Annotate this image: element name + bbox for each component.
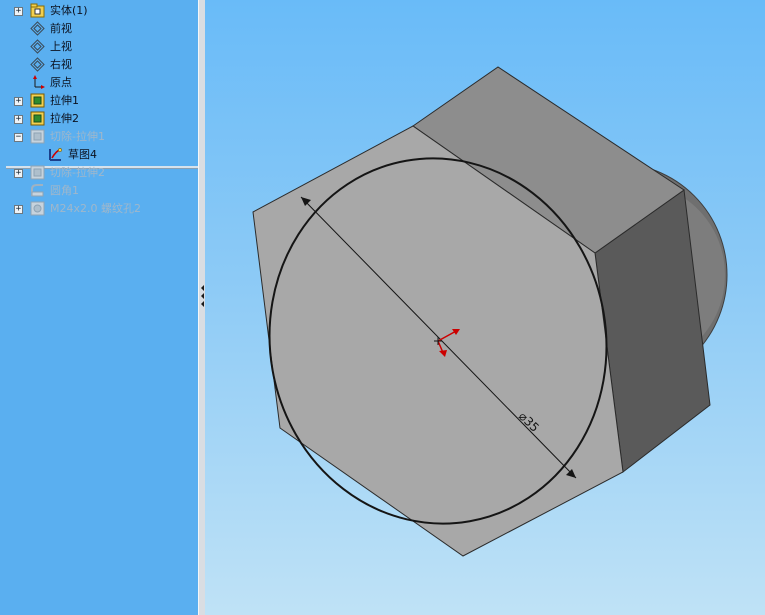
- collapse-toggle[interactable]: −: [14, 133, 23, 142]
- tree-item-thread-hole2[interactable]: + M24x2.0 螺纹孔2: [0, 200, 198, 218]
- expand-toggle[interactable]: +: [14, 115, 23, 124]
- tree-item-solid-bodies[interactable]: + 实体(1): [0, 2, 198, 20]
- extrude-icon: [30, 93, 45, 108]
- expand-toggle[interactable]: +: [14, 7, 23, 16]
- expand-toggle[interactable]: +: [14, 97, 23, 106]
- tree-item-cut-extrude2[interactable]: + 切除-拉伸2: [0, 164, 198, 182]
- tree-item-label: 切除-拉伸2: [50, 166, 105, 179]
- tree-item-extrude1[interactable]: + 拉伸1: [0, 92, 198, 110]
- model-view: ⌀35: [252, 66, 728, 557]
- plane-icon: [30, 21, 45, 36]
- tree-item-label: 前视: [50, 22, 72, 35]
- tree-item-extrude2[interactable]: + 拉伸2: [0, 110, 198, 128]
- tree-item-sketch4[interactable]: 草图4: [0, 146, 198, 164]
- tree-item-label: M24x2.0 螺纹孔2: [50, 202, 141, 215]
- cut-extrude-icon: [30, 129, 45, 144]
- sketch-icon: [48, 147, 63, 162]
- tree-item-right-plane[interactable]: 右视: [0, 56, 198, 74]
- extrude-icon: [30, 111, 45, 126]
- thread-hole-icon: [30, 201, 45, 216]
- tree-item-label: 实体(1): [50, 4, 88, 17]
- feature-manager-tree: + 实体(1) 前视 上视 右视 原点 + 拉伸1 + 拉伸2 − 切除-拉伸1…: [0, 0, 199, 615]
- plane-icon: [30, 39, 45, 54]
- tree-item-front-plane[interactable]: 前视: [0, 20, 198, 38]
- solid-body-folder-icon: [30, 3, 45, 18]
- tree-item-top-plane[interactable]: 上视: [0, 38, 198, 56]
- expand-toggle[interactable]: +: [14, 205, 23, 214]
- tree-item-fillet1[interactable]: 圆角1: [0, 182, 198, 200]
- tree-item-label: 切除-拉伸1: [50, 130, 105, 143]
- origin-icon: [30, 75, 45, 90]
- tree-item-origin[interactable]: 原点: [0, 74, 198, 92]
- tree-item-label: 圆角1: [50, 184, 79, 197]
- tree-item-label: 草图4: [68, 148, 97, 161]
- plane-icon: [30, 57, 45, 72]
- tree-item-cut-extrude1[interactable]: − 切除-拉伸1: [0, 128, 198, 146]
- fillet-icon: [30, 183, 45, 198]
- tree-item-label: 拉伸1: [50, 94, 79, 107]
- tree-item-label: 上视: [50, 40, 72, 53]
- tree-item-label: 拉伸2: [50, 112, 79, 125]
- cut-extrude-icon: [30, 165, 45, 180]
- tree-item-label: 原点: [50, 76, 72, 89]
- graphics-area[interactable]: ⌀35: [205, 0, 765, 615]
- expand-toggle[interactable]: +: [14, 169, 23, 178]
- tree-item-label: 右视: [50, 58, 72, 71]
